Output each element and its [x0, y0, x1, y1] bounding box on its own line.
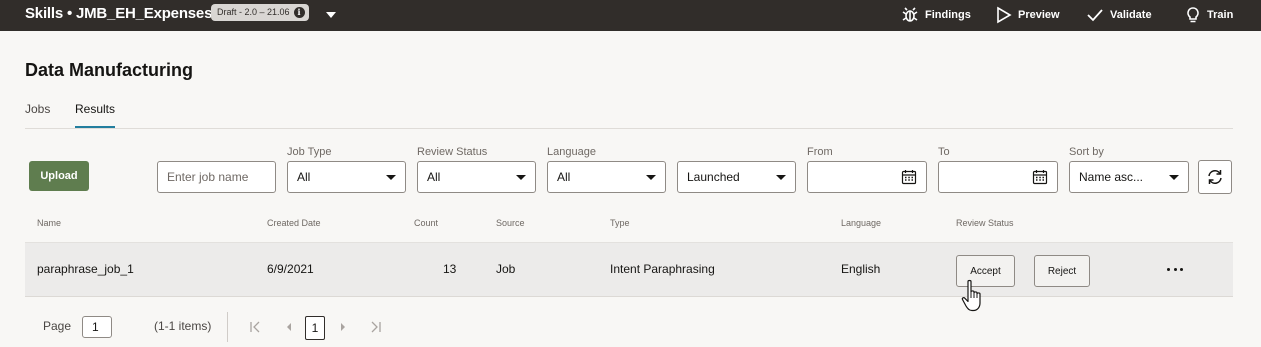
job-name-input[interactable]: Enter job name — [157, 161, 276, 193]
review-status-select[interactable]: All — [417, 161, 536, 193]
chevron-down-icon — [386, 174, 396, 180]
current-page-button[interactable]: 1 — [305, 316, 325, 340]
findings-button[interactable]: Findings — [901, 5, 971, 25]
column-header-name: Name — [37, 218, 62, 228]
page-number-input[interactable]: 1 — [82, 316, 112, 338]
page-title: Data Manufacturing — [25, 60, 194, 80]
info-icon[interactable]: i — [293, 7, 305, 18]
upload-button[interactable]: Upload — [29, 161, 89, 191]
preview-button[interactable]: Preview — [996, 5, 1060, 25]
job-type-label: Job Type — [287, 146, 332, 158]
tab-results[interactable]: Results — [75, 102, 116, 128]
to-date-input[interactable] — [938, 161, 1058, 193]
column-header-created-date: Created Date — [267, 218, 321, 228]
launch-state-value: Launched — [687, 170, 740, 184]
row-name: paraphrase_job_1 — [37, 262, 134, 276]
chevron-down-icon — [646, 174, 656, 180]
sort-by-label: Sort by — [1069, 146, 1104, 158]
row-source: Job — [496, 262, 516, 276]
refresh-button[interactable] — [1198, 160, 1232, 194]
from-label: From — [807, 146, 833, 158]
findings-bug-icon — [902, 7, 918, 22]
column-header-source: Source — [496, 218, 525, 228]
items-summary: (1-1 items) — [154, 319, 212, 333]
hand-pointer-cursor-icon — [961, 279, 981, 312]
review-status-label: Review Status — [417, 146, 488, 158]
sort-by-select[interactable]: Name asc... — [1069, 161, 1189, 193]
findings-label: Findings — [925, 9, 971, 21]
top-bar: Skills • JMB_EH_Expenses Draft - 2.0 – 2… — [0, 0, 1261, 31]
validate-button[interactable]: Validate — [1086, 5, 1152, 25]
column-header-count: Count — [414, 218, 439, 228]
from-date-input[interactable] — [807, 161, 927, 193]
row-count: 13 — [443, 262, 457, 276]
last-page-icon[interactable] — [369, 320, 383, 334]
validate-check-icon — [1087, 9, 1103, 22]
calendar-icon[interactable] — [1032, 169, 1048, 185]
job-name-placeholder: Enter job name — [167, 170, 249, 184]
sort-by-value: Name asc... — [1079, 170, 1144, 184]
row-language: English — [841, 262, 881, 276]
chevron-down-icon[interactable] — [325, 9, 337, 21]
preview-play-icon — [997, 6, 1012, 24]
chevron-down-icon — [776, 174, 786, 180]
tabs-divider — [25, 128, 1233, 129]
row-created-date: 6/9/2021 — [267, 262, 314, 276]
preview-label: Preview — [1018, 9, 1060, 21]
train-button[interactable]: Train — [1185, 5, 1233, 25]
train-label: Train — [1207, 9, 1234, 21]
next-page-icon[interactable] — [336, 320, 350, 334]
language-label: Language — [547, 146, 596, 158]
refresh-icon — [1208, 170, 1222, 184]
skill-title: Skills • JMB_EH_Expenses — [25, 5, 213, 22]
version-badge[interactable]: Draft - 2.0 – 21.06 i — [211, 4, 309, 21]
column-header-review-status: Review Status — [956, 218, 1014, 228]
to-label: To — [938, 146, 950, 158]
tab-jobs[interactable]: Jobs — [25, 102, 50, 128]
validate-label: Validate — [1110, 9, 1152, 21]
previous-page-icon[interactable] — [282, 320, 296, 334]
pagination-divider — [227, 312, 228, 342]
review-status-value: All — [427, 170, 441, 184]
language-select[interactable]: All — [547, 161, 666, 193]
version-badge-label: Draft - 2.0 – 21.06 — [217, 7, 290, 17]
first-page-icon[interactable] — [248, 320, 262, 334]
chevron-down-icon — [516, 174, 526, 180]
column-header-language: Language — [841, 218, 882, 228]
language-value: All — [557, 170, 571, 184]
chevron-down-icon — [1169, 174, 1179, 180]
job-type-select[interactable]: All — [287, 161, 406, 193]
calendar-icon[interactable] — [901, 169, 917, 185]
page-label: Page — [43, 319, 72, 333]
job-type-value: All — [297, 170, 311, 184]
reject-button[interactable]: Reject — [1034, 255, 1090, 287]
more-options-icon[interactable] — [1164, 262, 1186, 276]
column-header-type: Type — [610, 218, 630, 228]
launch-state-select[interactable]: Launched — [677, 161, 796, 193]
train-lightbulb-icon — [1187, 7, 1199, 23]
row-type: Intent Paraphrasing — [610, 262, 715, 276]
